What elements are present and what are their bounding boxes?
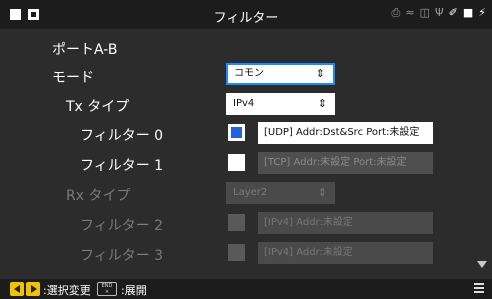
tx-type-label: Tx タイプ (66, 99, 130, 115)
filter-1-checkbox[interactable] (228, 154, 245, 171)
filter-2-label: フィルター 2 (80, 218, 164, 234)
left-arrow-key-icon[interactable] (10, 282, 24, 296)
wifi-icon: ≈ (405, 6, 415, 19)
edit-icon: ✐ (448, 6, 458, 19)
end-key-icon[interactable]: END × (97, 282, 117, 296)
tx-type-select[interactable]: IPv4 ⇕ (226, 93, 335, 115)
menu-icon[interactable] (474, 283, 484, 295)
chevron-updown-icon: ⇕ (315, 67, 325, 80)
filter-2-checkbox (228, 214, 245, 231)
chevron-updown-icon: ⇕ (317, 186, 327, 199)
filter-0-field[interactable]: [UDP] Addr:Dst&Src Port:未設定 (258, 122, 433, 144)
filter-1-label: フィルター 1 (80, 158, 164, 174)
title-bar: フィルター ⎙ ≈ ◫ Ψ ✐ ■ ⚡ (0, 0, 492, 29)
end-key-bottom: × (104, 289, 110, 295)
filter-3-field: [IPv4] Addr:未設定 (258, 242, 433, 264)
filter-3-label: フィルター 3 (80, 248, 164, 264)
mode-label: モード (52, 70, 94, 86)
bottom-bar: :選択変更 END × :展開 (0, 279, 492, 299)
filter-3-checkbox (228, 244, 245, 261)
filter-0-checkbox[interactable] (228, 124, 245, 141)
usb-icon: Ψ (434, 6, 444, 19)
rx-type-label: Rx タイプ (66, 188, 131, 204)
filter-0-label: フィルター 0 (80, 128, 164, 144)
lan-icon: ◫ (419, 6, 430, 19)
filter-1-field[interactable]: [TCP] Addr:未設定 Port:未設定 (258, 152, 433, 174)
tx-type-select-value: IPv4 (233, 98, 255, 109)
right-arrow-key-icon[interactable] (26, 282, 40, 296)
printer-icon: ⎙ (391, 6, 401, 19)
rx-type-select: Layer2 ⇕ (226, 182, 335, 204)
change-selection-hint: :選択変更 (43, 284, 91, 297)
expand-hint: :展開 (121, 284, 147, 297)
save-icon: ■ (462, 6, 474, 19)
mode-select[interactable]: コモン ⇕ (226, 63, 335, 85)
power-icon: ⚡ (478, 6, 486, 19)
status-icons: ⎙ ≈ ◫ Ψ ✐ ■ ⚡ (392, 6, 486, 20)
rx-type-select-value: Layer2 (233, 187, 268, 198)
port-label: ポートA-B (52, 42, 118, 58)
scroll-down-icon[interactable] (477, 261, 487, 268)
filter-2-field: [IPv4] Addr:未設定 (258, 212, 433, 234)
chevron-updown-icon: ⇕ (317, 97, 327, 110)
mode-select-value: コモン (234, 68, 264, 79)
